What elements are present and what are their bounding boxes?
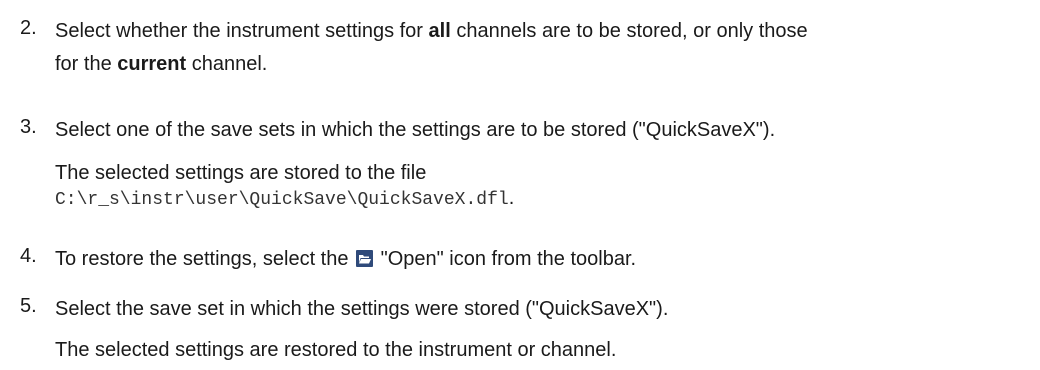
file-path: C:\r_s\instr\user\QuickSave\QuickSaveX.d… [55, 190, 509, 210]
step-number: 2. [20, 17, 37, 39]
text-segment: "Open" icon from the toolbar. [375, 248, 637, 270]
text-segment: . [508, 187, 515, 209]
text-segment: Select whether the instrument settings f… [55, 20, 429, 42]
step-text: Select one of the save sets in which the… [55, 116, 1034, 214]
step-number: 5. [20, 295, 37, 317]
emphasis-all: all [428, 20, 451, 42]
step-line: To restore the settings, select the "Ope… [55, 245, 1034, 273]
step-number: 4. [20, 245, 37, 267]
result-line: C:\r_s\instr\user\QuickSave\QuickSaveX.d… [55, 184, 1034, 214]
step-line: Select the save set in which the setting… [55, 298, 669, 320]
instruction-steps: 2. Select whether the instrument setting… [0, 0, 1040, 370]
step-text: Select the save set in which the setting… [55, 295, 1034, 364]
text-segment: channels are to be stored, or only those [450, 20, 808, 42]
result-text: The selected settings are stored to the … [55, 162, 427, 184]
emphasis-current: current [117, 53, 187, 75]
result-text: The selected settings are restored to th… [55, 339, 617, 361]
folder-open-icon [356, 247, 374, 267]
text-segment: channel. [186, 53, 268, 75]
text-segment: To restore the settings, select the [55, 248, 355, 270]
step-line: Select one of the save sets in which the… [55, 119, 776, 141]
step-text: Select whether the instrument settings f… [55, 17, 1034, 78]
step-number: 3. [20, 116, 37, 138]
step-text: To restore the settings, select the "Ope… [55, 245, 1034, 273]
text-segment: for the [55, 53, 118, 75]
step-line: for the current channel. [55, 50, 1034, 78]
step-line: Select whether the instrument settings f… [55, 17, 1034, 45]
